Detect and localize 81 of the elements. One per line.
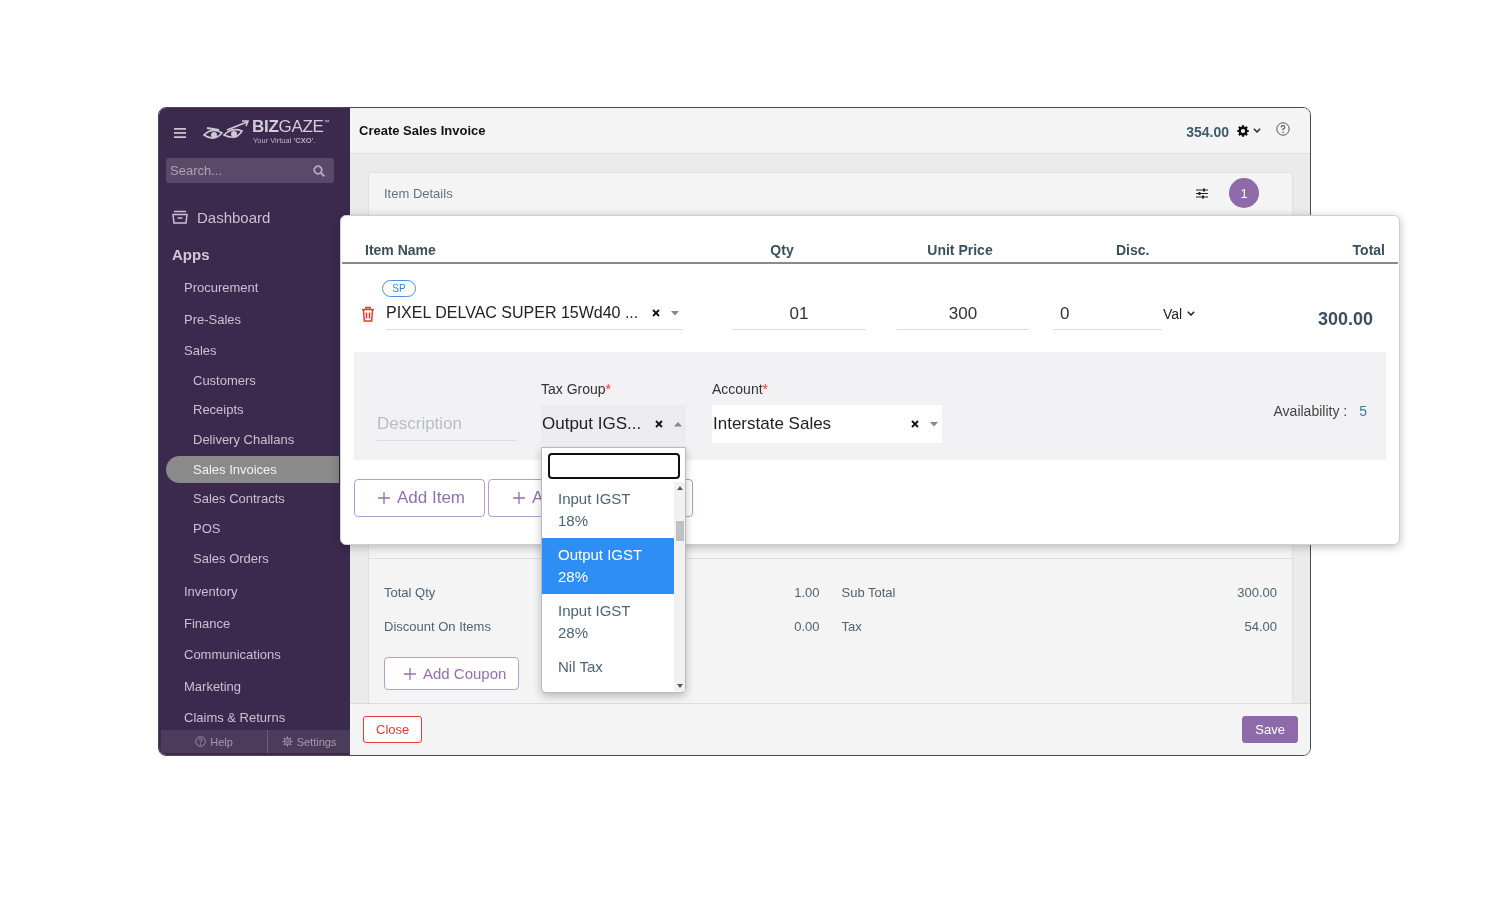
scroll-up-icon[interactable] <box>676 486 683 490</box>
qty-field[interactable]: 01 <box>732 297 866 330</box>
plus-icon <box>378 492 390 504</box>
chevron-down-icon <box>1187 311 1196 316</box>
nav-item[interactable]: Pre-Sales <box>159 308 250 331</box>
help-icon[interactable] <box>1276 122 1290 136</box>
close-button[interactable]: Close <box>363 716 423 743</box>
nav-item[interactable]: Sales <box>159 340 225 362</box>
total-label: Total Qty <box>384 584 436 600</box>
dropdown-option[interactable]: Input IGST 18% <box>542 482 674 538</box>
caret-down-icon[interactable] <box>930 421 938 427</box>
discount-type-select[interactable]: Val <box>1163 305 1196 322</box>
nav-item[interactable]: Procurement <box>159 277 267 299</box>
nav-item[interactable]: POS <box>166 515 233 543</box>
page-title: Create Sales Invoice <box>359 123 486 138</box>
clear-icon[interactable] <box>655 420 663 428</box>
nav-item[interactable]: Marketing <box>159 675 250 698</box>
item-select[interactable]: PIXEL DELVAC SUPER 15Wd40 ... <box>386 297 683 330</box>
dropdown-option[interactable]: Input IGST 28% <box>542 594 674 650</box>
total-value: 1.00 <box>794 584 820 600</box>
description-field[interactable]: Description <box>377 407 516 441</box>
nav-item[interactable]: Delivery Challans <box>166 426 307 454</box>
tray-icon <box>172 210 188 224</box>
caret-down-icon[interactable] <box>671 310 679 316</box>
help-link[interactable]: Help <box>161 730 268 753</box>
column-header: Item Name <box>364 242 437 259</box>
unit-price-field[interactable]: 300 <box>897 297 1029 330</box>
nav-item[interactable]: Sales Orders <box>166 544 281 572</box>
trash-icon[interactable] <box>361 305 375 322</box>
dropdown-option[interactable]: Nil Tax <box>542 650 674 684</box>
dropdown-search-field[interactable] <box>548 453 680 479</box>
nav-item[interactable]: Claims & Returns <box>159 707 294 730</box>
total-value: 300.00 <box>1237 584 1277 600</box>
line-total: 300.00 <box>1317 309 1373 329</box>
scrollbar[interactable] <box>674 482 685 691</box>
column-header: Qty <box>769 242 795 259</box>
plus-icon <box>513 492 525 504</box>
plus-icon <box>404 667 416 680</box>
nav-item[interactable]: Finance <box>159 612 239 635</box>
availability-value: 5 <box>1359 403 1367 419</box>
settings-link[interactable]: Settings <box>268 730 350 753</box>
account-select[interactable]: Interstate Sales <box>712 405 942 443</box>
add-coupon-button[interactable]: Add Coupon <box>384 657 519 690</box>
dashboard-link[interactable]: Dashboard <box>159 206 271 228</box>
nav-item[interactable]: Receipts <box>166 396 256 424</box>
scrollbar-thumb[interactable] <box>675 521 684 541</box>
settings-icon[interactable] <box>1237 124 1249 137</box>
chevron-down-icon[interactable] <box>1253 128 1261 133</box>
column-header: Unit Price <box>926 242 994 259</box>
total-label: Tax <box>841 618 862 634</box>
search-icon <box>313 164 325 177</box>
save-button[interactable]: Save <box>1242 716 1298 743</box>
nav-item[interactable]: Communications <box>159 644 289 667</box>
column-header: Disc. <box>1115 242 1151 259</box>
count-badge: 1 <box>1229 178 1259 208</box>
nav-item[interactable]: Customers <box>166 366 268 394</box>
discount-field[interactable]: 0 <box>1053 297 1162 330</box>
section-title: Item Details <box>384 185 453 201</box>
menu-icon[interactable] <box>174 127 186 138</box>
sliders-icon[interactable] <box>1196 187 1208 199</box>
caret-up-icon[interactable] <box>674 421 682 427</box>
settings-icon <box>281 736 293 747</box>
clear-icon[interactable] <box>652 309 660 317</box>
invoice-amount: 354.00 <box>1186 124 1229 140</box>
logo-wordmark: BIZGAZE$^{™}$ <box>252 118 330 136</box>
help-icon <box>195 736 207 747</box>
scroll-down-icon[interactable] <box>676 684 683 688</box>
add-item-button[interactable]: Add Item <box>354 479 485 517</box>
total-label: Discount On Items <box>384 618 491 634</box>
column-header: Total <box>1351 242 1386 259</box>
tax-group-select[interactable]: Output IGS... <box>541 405 686 443</box>
field-label: Tax Group* <box>541 381 613 397</box>
total-value: 0.00 <box>794 618 820 634</box>
availability-label: Availability : <box>1273 403 1348 419</box>
apps-heading: Apps <box>171 245 210 265</box>
field-label: Account* <box>712 381 770 397</box>
nav-item[interactable]: Sales Contracts <box>166 485 297 513</box>
total-label: Sub Total <box>841 584 896 600</box>
total-value: 54.00 <box>1244 618 1277 634</box>
clear-icon[interactable] <box>911 420 919 428</box>
nav-item[interactable]: Inventory <box>159 581 246 604</box>
